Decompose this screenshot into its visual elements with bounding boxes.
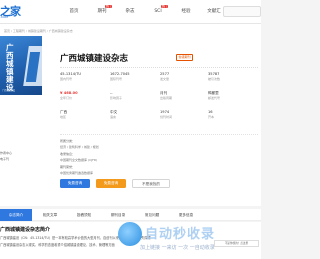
category-label: 所属分类： [60, 139, 76, 143]
info-cell: ¥ 468.00 全年订价 [60, 91, 78, 100]
e-journal-link[interactable]: 电子刊 [0, 157, 9, 161]
info-cell: 中文 语言 [110, 110, 118, 119]
hot-badge: 热门 [160, 5, 168, 9]
tab-catalog[interactable]: 期刊目录 [102, 209, 134, 221]
nav-experience[interactable]: 经验 [172, 8, 200, 16]
not-found-button[interactable]: 不是我找的 [132, 179, 170, 188]
detail-tabs: 杂志简介 相关文章 投稿须知 期刊目录 常见问题 更多信息 [0, 209, 261, 221]
honor-text: 中国优秀期刊遴选数据库 [60, 171, 94, 175]
info-cell: 鸭都里 邮发代号 [208, 91, 221, 100]
journal-title: 广西城镇建设杂志 [60, 54, 129, 64]
intro-heading: 广西城镇建设杂志简介 [0, 227, 51, 233]
collect-text: 中国期刊全文数据库 (CJFD) [60, 158, 98, 162]
info-cell: 1974 创刊时间 [160, 110, 173, 119]
author-center-link[interactable]: 作者中心 [0, 151, 12, 155]
consult-button[interactable]: 免费咨询 [60, 179, 90, 188]
cover-footer: 广西城镇建设 [2, 89, 16, 92]
divider [60, 134, 258, 135]
watermark-text: 自动秒收录 [145, 227, 216, 242]
site-logo[interactable]: 之家 .COM [0, 3, 24, 20]
info-cell: 广西 地区 [60, 110, 68, 119]
tab-articles[interactable]: 相关文章 [34, 209, 66, 221]
journal-level-tag: 省级期刊 [176, 54, 194, 61]
divider [60, 67, 258, 68]
info-cell: 16 开本 [208, 110, 215, 119]
nav-magazines[interactable]: 杂志 [116, 8, 144, 16]
main-nav: 首页 期刊 热门 杂志 SCI 热门 经验 文献汇 [60, 5, 228, 16]
info-cell: -- 影响因子 [110, 91, 123, 100]
collect-label: 收录信息： [60, 152, 76, 156]
info-cell: 月刊 出版周期 [160, 91, 173, 100]
hot-badge: 热门 [104, 5, 112, 9]
search-input[interactable] [223, 6, 261, 17]
watermark-subtext: 加上链接 一来访 一次 一自动收录 [140, 245, 215, 251]
honor-label: 期刊荣誉： [60, 165, 76, 169]
nav-home[interactable]: 首页 [60, 8, 88, 16]
info-cell: 45-1314/TU 国内刊号 [60, 72, 82, 81]
subscribe-button[interactable]: 免费咨询 [96, 179, 126, 188]
tab-guidelines[interactable]: 投稿须知 [68, 209, 100, 221]
info-cell: 1672-7045 国际刊号 [110, 72, 130, 81]
tab-more[interactable]: 更多信息 [170, 209, 202, 221]
intro-paragraph: 广西城镇建设杂志以现实、科学的态度着重介绍城镇建设理论、技术、管理等方面 [0, 243, 115, 247]
site-header: 之家 .COM 首页 期刊 热门 杂志 SCI 热门 经验 文献汇 [0, 0, 261, 24]
logo-subtitle: .COM [0, 15, 8, 19]
side-feedback-box[interactable]: 不是你找的？点这里 [214, 240, 259, 247]
cover-title: 广西城镇建设 [6, 43, 14, 92]
breadcrumb: 首页 / 工程期刊 / 城镇建设期刊 / 广西城镇建设杂志 [4, 29, 73, 33]
info-cell: 35787 被引次数 [208, 72, 221, 81]
journal-card: 首页 / 工程期刊 / 城镇建设期刊 / 广西城镇建设杂志 广西城镇建设 广西城… [0, 24, 261, 206]
tab-faq[interactable]: 常见问题 [136, 209, 168, 221]
journal-cover: 广西城镇建设 广西城镇建设 [0, 36, 42, 95]
nav-journals[interactable]: 期刊 热门 [88, 5, 116, 16]
watermark-logo-icon [118, 222, 142, 246]
category-text: 经济 / 建筑科学 / 城建 / 规划 [60, 145, 99, 149]
nav-sci[interactable]: SCI 热门 [144, 5, 172, 16]
info-cell: 2577 发文量 [160, 72, 170, 81]
tab-intro[interactable]: 杂志简介 [0, 209, 32, 221]
